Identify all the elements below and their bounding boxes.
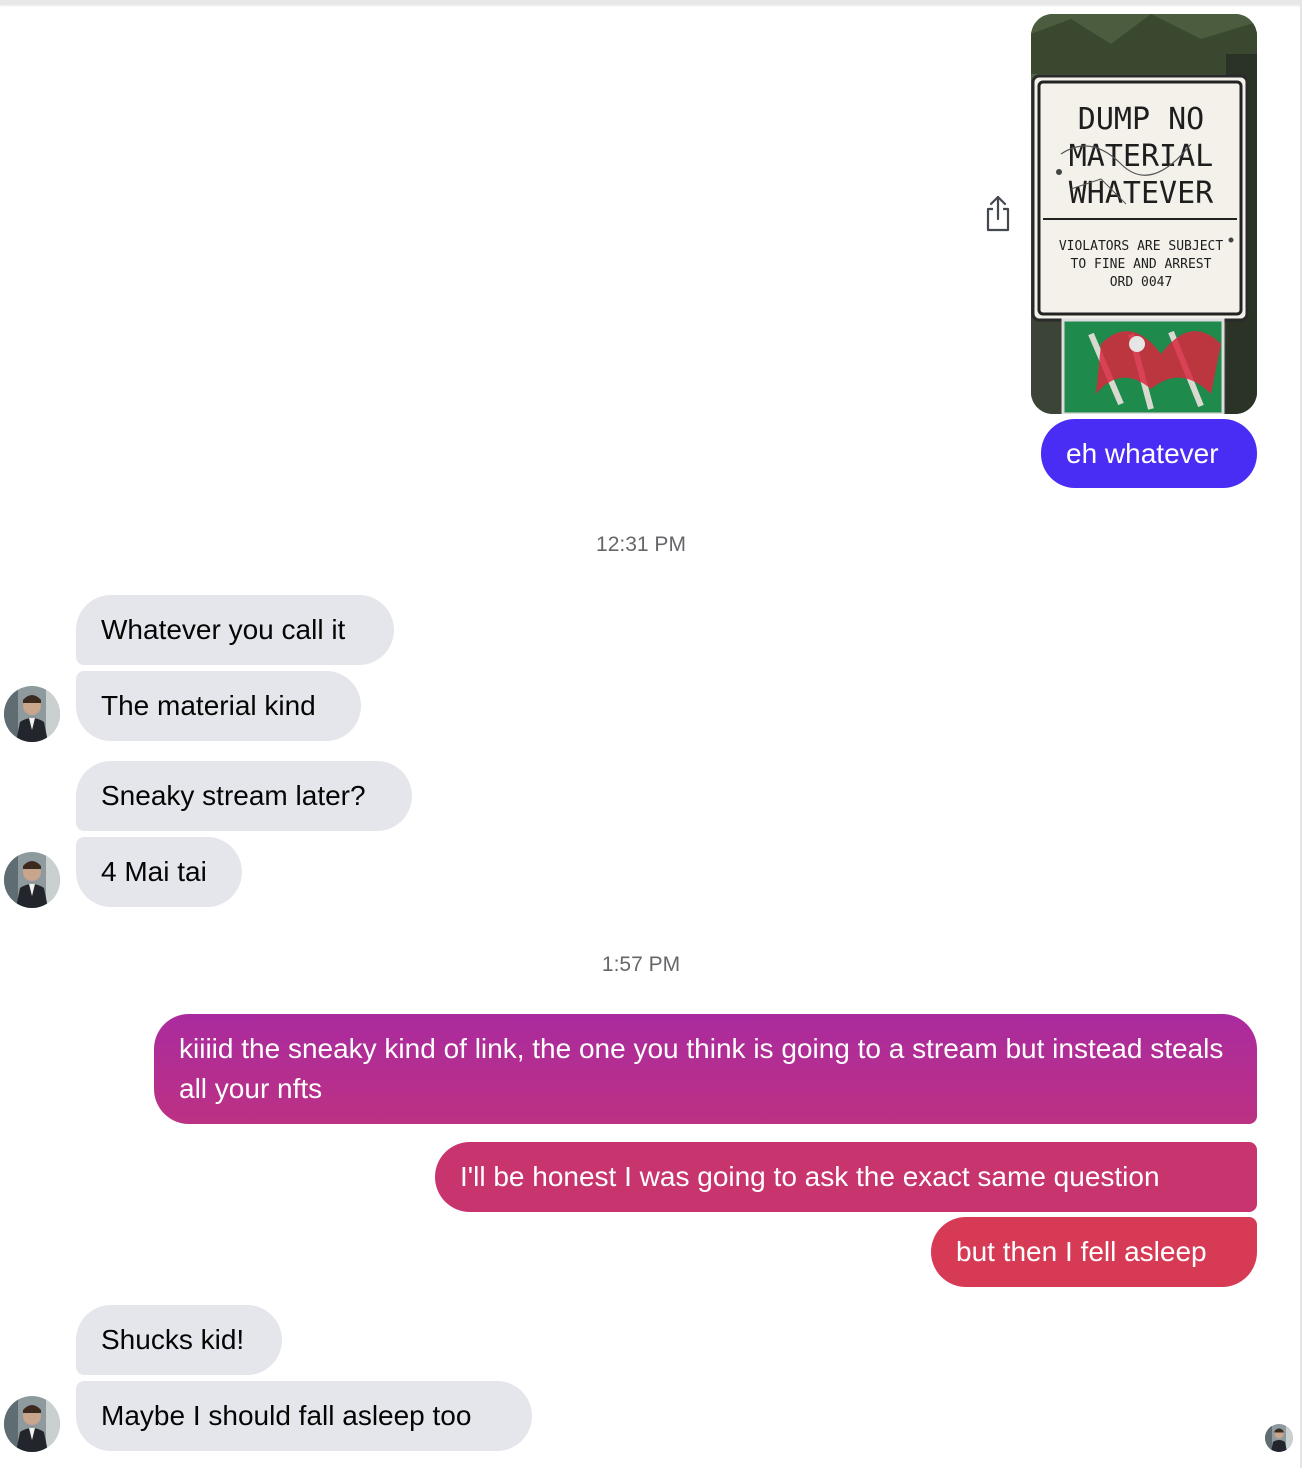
contact-avatar[interactable] [4, 852, 60, 908]
sign-small-line-2: TO FINE AND ARREST [1071, 257, 1212, 272]
message-bubble-outgoing[interactable]: I'll be honest I was going to ask the ex… [435, 1142, 1257, 1212]
sign-line-2: MATERIAL [1069, 139, 1214, 174]
top-divider [0, 0, 1302, 5]
timestamp: 1:57 PM [601, 953, 681, 976]
timestamp: 12:31 PM [596, 533, 686, 556]
share-button[interactable] [982, 194, 1014, 234]
message-bubble-outgoing[interactable]: but then I fell asleep [931, 1217, 1257, 1287]
sign-small-line-3: ORD 0047 [1110, 275, 1173, 290]
avatar-photo [4, 686, 60, 742]
contact-avatar[interactable] [4, 686, 60, 742]
read-receipt-avatar [1265, 1424, 1293, 1452]
message-bubble-incoming[interactable]: Whatever you call it [76, 595, 394, 665]
avatar-photo [4, 1396, 60, 1452]
message-bubble-outgoing[interactable]: eh whatever [1041, 419, 1257, 488]
avatar-photo [1265, 1424, 1293, 1452]
contact-avatar[interactable] [4, 1396, 60, 1452]
sign-line-3: WHATEVER [1069, 176, 1214, 211]
message-bubble-incoming[interactable]: Shucks kid! [76, 1305, 282, 1375]
message-bubble-outgoing[interactable]: kiiiid the sneaky kind of link, the one … [154, 1014, 1257, 1124]
sign-line-1: DUMP NO [1078, 102, 1204, 137]
message-bubble-incoming[interactable]: 4 Mai tai [76, 837, 242, 907]
message-bubble-incoming[interactable]: Sneaky stream later? [76, 761, 412, 831]
image-attachment[interactable]: DUMP NO MATERIAL WHATEVER VIOLATORS ARE … [1031, 14, 1257, 414]
sign-small-line-1: VIOLATORS ARE SUBJECT [1059, 239, 1224, 254]
share-icon [986, 195, 1010, 232]
message-bubble-incoming[interactable]: The material kind [76, 671, 361, 741]
avatar-photo [4, 852, 60, 908]
message-bubble-incoming[interactable]: Maybe I should fall asleep too [76, 1381, 532, 1451]
sign-photo: DUMP NO MATERIAL WHATEVER VIOLATORS ARE … [1031, 14, 1257, 414]
